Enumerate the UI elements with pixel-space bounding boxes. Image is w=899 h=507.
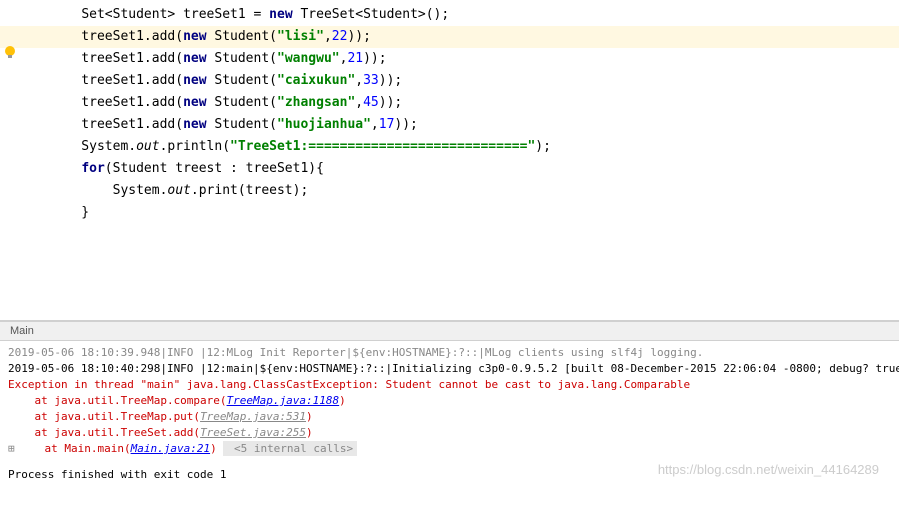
code-line[interactable]: treeSet1.add(new Student("caixukun",33))… <box>50 70 899 92</box>
code-line[interactable]: treeSet1.add(new Student("lisi",22)); <box>50 26 899 48</box>
stack-trace-line: at java.util.TreeSet.add(TreeSet.java:25… <box>8 425 891 441</box>
log-line-info: 2019-05-06 18:10:40:298|INFO |12:main|${… <box>8 361 891 377</box>
expand-icon[interactable]: ⊞ <box>8 441 18 457</box>
code-line[interactable]: treeSet1.add(new Student("zhangsan",45))… <box>50 92 899 114</box>
code-content[interactable]: Set<Student> treeSet1 = new TreeSet<Stud… <box>0 0 899 228</box>
stack-link[interactable]: Main.java:21 <box>131 442 210 455</box>
stack-link[interactable]: TreeMap.java:531 <box>200 410 306 423</box>
stack-trace-line: ⊞ at Main.main(Main.java:21) <5 internal… <box>8 441 891 457</box>
code-editor[interactable]: Set<Student> treeSet1 = new TreeSet<Stud… <box>0 0 899 320</box>
code-line[interactable]: treeSet1.add(new Student("wangwu",21)); <box>50 48 899 70</box>
code-line[interactable]: System.out.println("TreeSet1:===========… <box>50 136 899 158</box>
stack-trace-line: at java.util.TreeMap.compare(TreeMap.jav… <box>8 393 891 409</box>
stack-trace-line: at java.util.TreeMap.put(TreeMap.java:53… <box>8 409 891 425</box>
code-line[interactable]: } <box>50 202 899 224</box>
code-line[interactable]: for(Student treest : treeSet1){ <box>50 158 899 180</box>
exception-line: Exception in thread "main" java.lang.Cla… <box>8 377 891 393</box>
run-tab-bar: Main <box>0 321 899 341</box>
intention-bulb-icon[interactable] <box>2 44 18 60</box>
log-line-truncated: 2019-05-06 18:10:39.948|INFO |12:MLog In… <box>8 345 891 361</box>
code-line[interactable]: treeSet1.add(new Student("huojianhua",17… <box>50 114 899 136</box>
code-line[interactable]: System.out.print(treest); <box>50 180 899 202</box>
code-line[interactable]: Set<Student> treeSet1 = new TreeSet<Stud… <box>50 4 899 26</box>
run-tab-main[interactable]: Main <box>4 323 40 339</box>
watermark-text: https://blog.csdn.net/weixin_44164289 <box>658 462 879 477</box>
stack-link[interactable]: TreeSet.java:255 <box>200 426 306 439</box>
stack-link[interactable]: TreeMap.java:1188 <box>227 394 340 407</box>
internal-calls-badge[interactable]: <5 internal calls> <box>223 441 357 456</box>
